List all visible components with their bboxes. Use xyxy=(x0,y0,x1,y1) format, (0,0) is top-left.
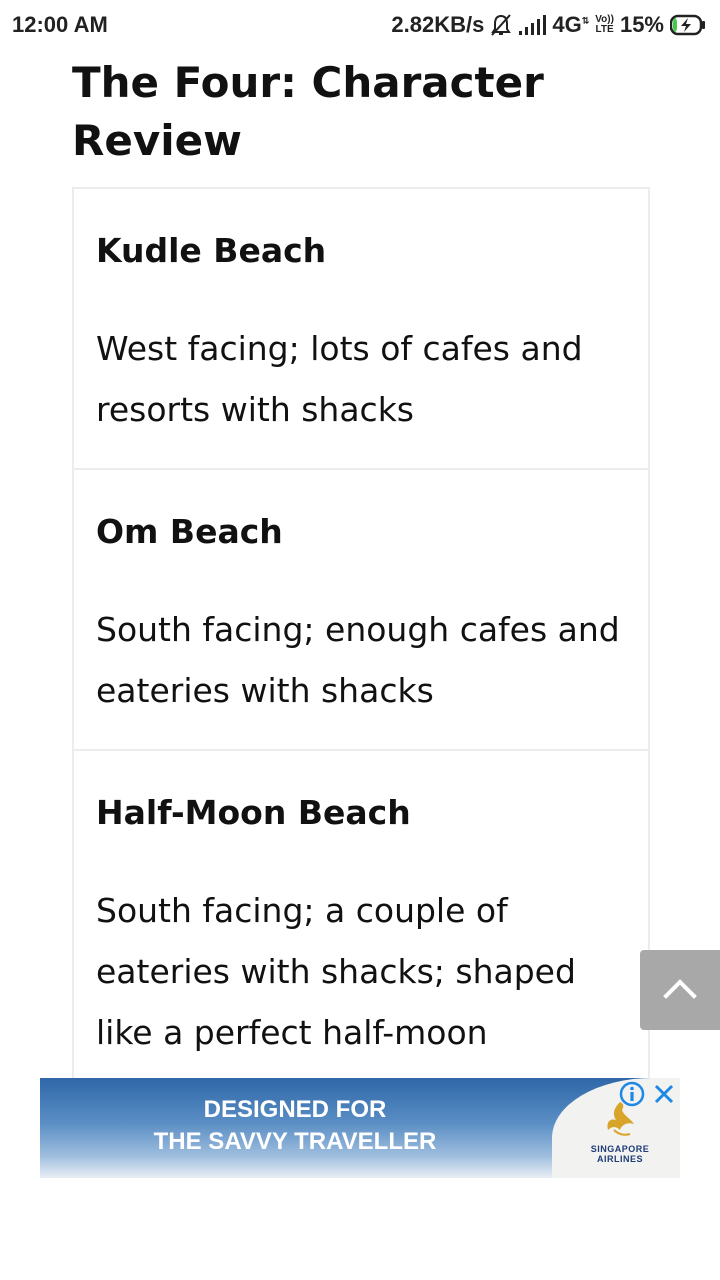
beach-card-kudle: Kudle Beach West facing; lots of cafes a… xyxy=(74,189,648,470)
chevron-up-icon xyxy=(663,977,697,1003)
beach-description: South facing; enough cafes and eateries … xyxy=(96,610,620,710)
network-type: 4G⇅ xyxy=(552,12,589,38)
close-icon[interactable] xyxy=(650,1080,678,1108)
beach-description: West facing; lots of cafes and resorts w… xyxy=(96,329,583,429)
ad-banner[interactable]: DESIGNED FOR THE SAVVY TRAVELLER SINGAPO… xyxy=(40,1078,680,1178)
ad-headline: DESIGNED FOR THE SAVVY TRAVELLER xyxy=(40,1094,550,1158)
ad-brand-line2: AIRLINES xyxy=(596,1154,643,1164)
beach-description: South facing; a couple of eateries with … xyxy=(96,891,576,1052)
signal-icon xyxy=(518,14,547,36)
info-icon[interactable] xyxy=(618,1080,646,1108)
data-arrows-icon: ⇅ xyxy=(581,15,590,26)
beach-name: Kudle Beach xyxy=(96,231,327,270)
beach-list: Kudle Beach West facing; lots of cafes a… xyxy=(72,187,650,1081)
ad-headline-line2: THE SAVVY TRAVELLER xyxy=(153,1128,437,1155)
volte-indicator: Vo)) LTE xyxy=(595,15,614,35)
beach-name: Half-Moon Beach xyxy=(96,793,411,832)
ad-brand-line1: SINGAPORE xyxy=(590,1144,650,1154)
ad-choices xyxy=(618,1080,678,1108)
network-type-label: 4G xyxy=(552,12,582,37)
status-time: 12:00 AM xyxy=(12,12,108,37)
bell-muted-icon xyxy=(490,13,512,37)
battery-percent: 15% xyxy=(619,12,664,37)
scroll-to-top-button[interactable] xyxy=(640,950,720,1030)
ad-brand-logo: SINGAPORE AIRLINES xyxy=(580,1100,660,1164)
battery-charging-icon xyxy=(670,14,706,36)
beach-card-half-moon: Half-Moon Beach South facing; a couple o… xyxy=(74,751,648,1081)
status-bar: 12:00 AM 2.82KB/s 4G⇅ Vo)) LTE 15% xyxy=(0,0,720,52)
beach-card-om: Om Beach South facing; enough cafes and … xyxy=(74,470,648,751)
ad-headline-line1: DESIGNED FOR xyxy=(203,1096,387,1123)
data-speed: 2.82KB/s xyxy=(391,12,485,37)
page-title: The Four: Character Review xyxy=(72,58,544,165)
volte-bottom: LTE xyxy=(595,24,614,35)
status-icons: 2.82KB/s 4G⇅ Vo)) LTE 15% xyxy=(391,12,706,38)
beach-name: Om Beach xyxy=(96,512,283,551)
